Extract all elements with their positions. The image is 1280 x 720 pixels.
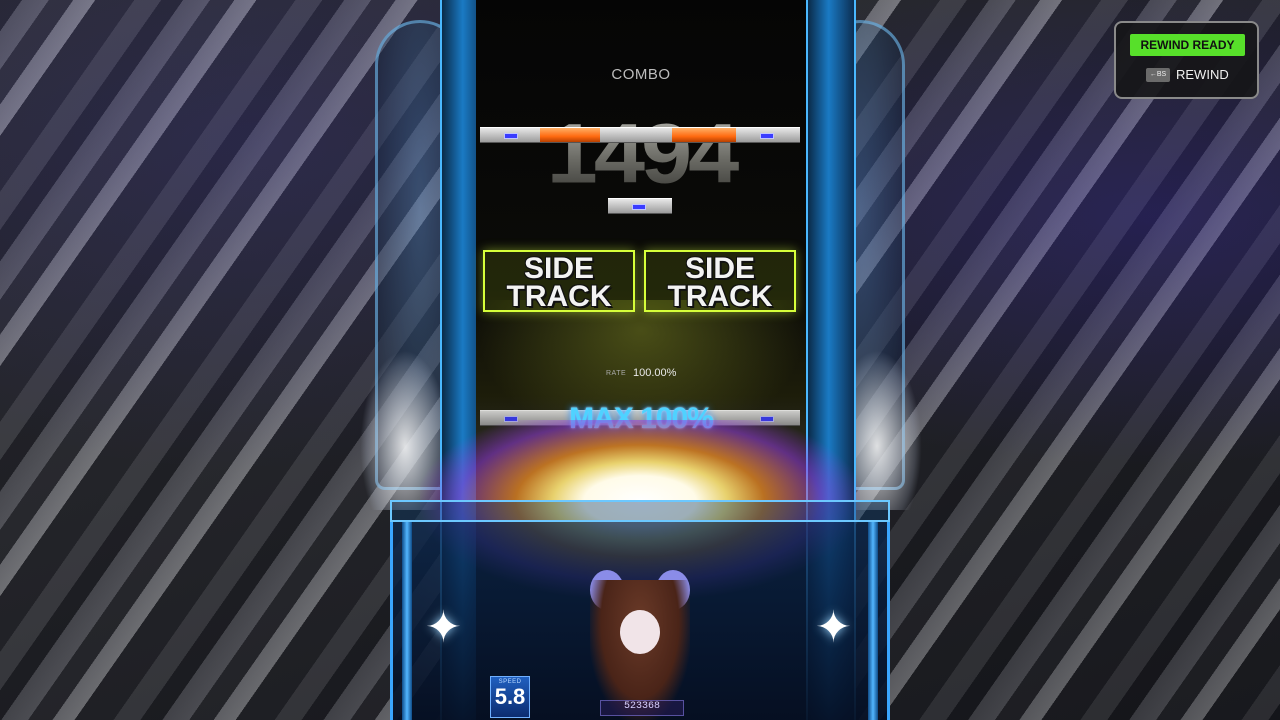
rate-label: RATE [606, 370, 627, 377]
combo-label: COMBO [611, 66, 671, 83]
rate-value: 100.00% [633, 367, 677, 379]
side-track-line1: SIDE [523, 252, 595, 285]
note-orange-left [540, 127, 600, 143]
side-track-line2: TRACK [667, 280, 773, 313]
rewind-panel: REWIND READY ←BS REWIND [1114, 21, 1259, 99]
side-track-right: SIDE TRACK [644, 250, 796, 312]
note-marker [760, 133, 774, 139]
speed-indicator: SPEED 5.8 [490, 676, 530, 718]
note-marker [632, 204, 646, 210]
score-display: 523368 [600, 700, 684, 716]
character-face [620, 610, 660, 654]
sparkle-icon: ✦ [815, 603, 852, 652]
note-marker [504, 133, 518, 139]
rewind-button[interactable]: REWIND [1176, 67, 1229, 82]
judgement-line [390, 500, 890, 522]
side-track-left: SIDE TRACK [483, 250, 635, 312]
navigator-character [590, 560, 690, 720]
sparkle-icon: ✦ [425, 603, 462, 652]
rewind-ready-badge: REWIND READY [1130, 34, 1245, 56]
note-orange-right [672, 127, 736, 143]
side-track-line1: SIDE [684, 252, 756, 285]
pillar-right [868, 522, 878, 720]
backspace-key-icon: ←BS [1146, 68, 1170, 82]
side-track-line2: TRACK [506, 280, 612, 313]
speed-value: 5.8 [494, 684, 526, 709]
pillar-left [402, 522, 412, 720]
combo-counter: 1494 [476, 112, 806, 197]
note-center [608, 198, 672, 214]
